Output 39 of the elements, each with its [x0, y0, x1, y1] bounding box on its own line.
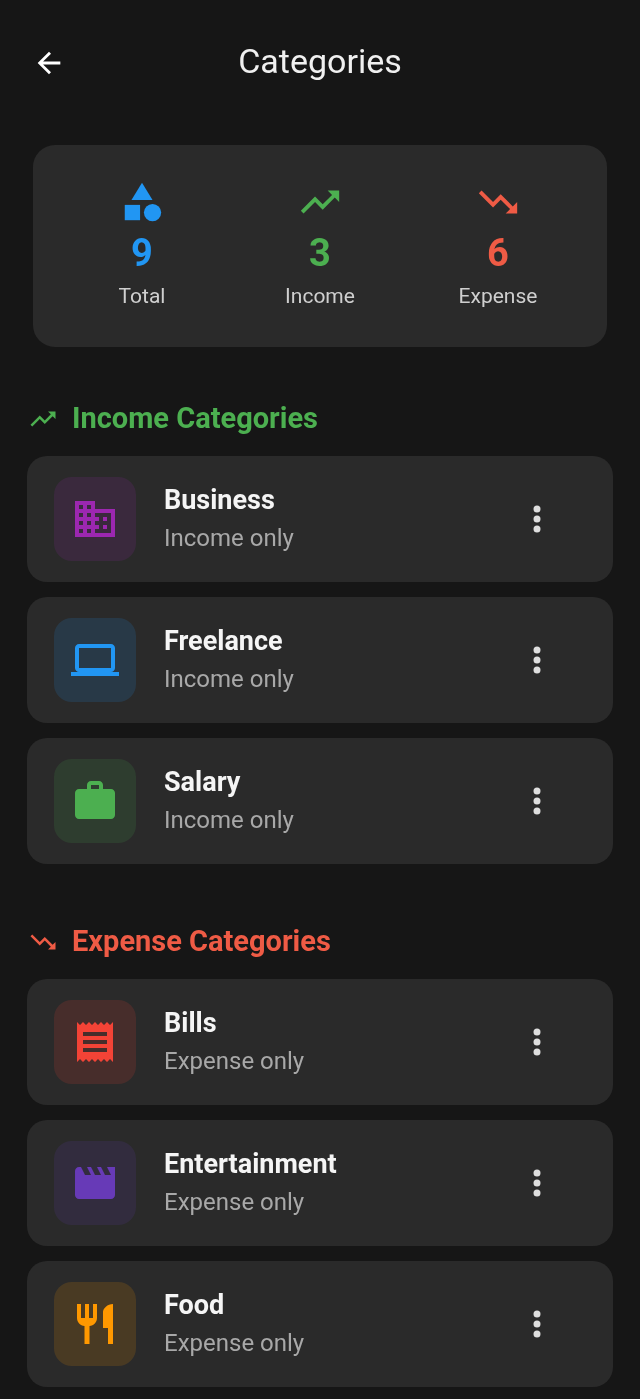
stat-value: 3: [309, 230, 331, 278]
category-type: Income only: [164, 523, 295, 554]
stat-label: Total: [118, 283, 166, 311]
category-name: Business: [164, 483, 276, 518]
category-card[interactable]: Entertainment Expense only: [27, 1120, 613, 1246]
category-card[interactable]: Business Income only: [27, 456, 613, 582]
more-options-button[interactable]: [533, 646, 541, 674]
more-options-button[interactable]: [533, 505, 541, 533]
category-type: Expense only: [164, 1046, 306, 1077]
category-type: Income only: [164, 664, 295, 695]
section-heading: Expense Categories: [72, 923, 331, 961]
category-type: Expense only: [164, 1187, 306, 1218]
category-card[interactable]: Freelance Income only: [27, 597, 613, 723]
more-options-button[interactable]: [533, 1310, 541, 1338]
page-title: Categories: [238, 39, 402, 83]
more-vertical-icon: [533, 1310, 541, 1338]
stat-label: Expense: [458, 283, 538, 311]
more-vertical-icon: [533, 646, 541, 674]
section-heading: Income Categories: [72, 400, 318, 438]
more-vertical-icon: [533, 505, 541, 533]
category-name: Entertainment: [164, 1147, 338, 1182]
more-vertical-icon: [533, 1169, 541, 1197]
stat-value: 6: [487, 230, 509, 278]
more-vertical-icon: [533, 787, 541, 815]
category-card[interactable]: Salary Income only: [27, 738, 613, 864]
more-vertical-icon: [533, 1028, 541, 1056]
category-name: Bills: [164, 1006, 218, 1041]
more-options-button[interactable]: [533, 1169, 541, 1197]
category-name: Food: [164, 1288, 226, 1323]
category-type: Expense only: [164, 1328, 306, 1359]
stat-value: 9: [131, 230, 153, 278]
category-name: Salary: [164, 765, 242, 800]
category-type: Income only: [164, 805, 295, 836]
category-name: Freelance: [164, 624, 284, 659]
category-card[interactable]: Food Expense only: [27, 1261, 613, 1387]
more-options-button[interactable]: [533, 787, 541, 815]
stat-label: Income: [285, 283, 355, 311]
category-card[interactable]: Bills Expense only: [27, 979, 613, 1105]
more-options-button[interactable]: [533, 1028, 541, 1056]
